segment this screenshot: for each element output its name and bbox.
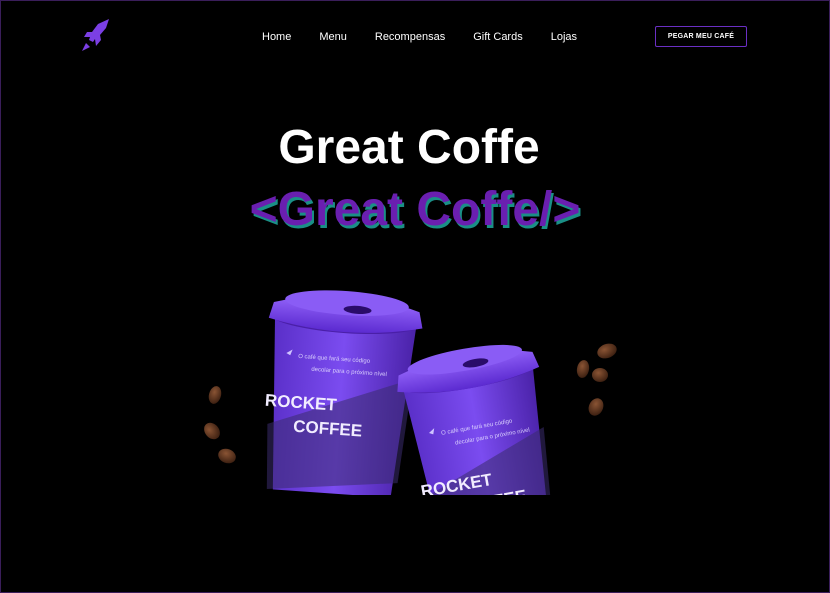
nav-item-gift-cards[interactable]: Gift Cards [473, 30, 523, 44]
coffee-beans-left [204, 386, 236, 464]
nav-item-menu[interactable]: Menu [319, 30, 347, 44]
main-nav: Home Menu Recompensas Gift Cards Lojas [262, 30, 577, 44]
nav-item-recompensas[interactable]: Recompensas [375, 30, 445, 44]
coffee-beans-right [576, 343, 617, 416]
get-coffee-button[interactable]: PEGAR MEU CAFÉ [655, 26, 747, 47]
nav-item-lojas[interactable]: Lojas [551, 30, 577, 44]
coffee-cups-image: O café que fará seu código decolar para … [204, 290, 617, 495]
rocket-icon[interactable] [80, 18, 112, 52]
nav-item-home[interactable]: Home [262, 30, 291, 44]
hero-title: Great Coffe [278, 121, 540, 174]
hero-subtitle: <Great Coffe/> [249, 183, 581, 236]
cup-right: O café que fará seu código decolar para … [397, 344, 554, 495]
